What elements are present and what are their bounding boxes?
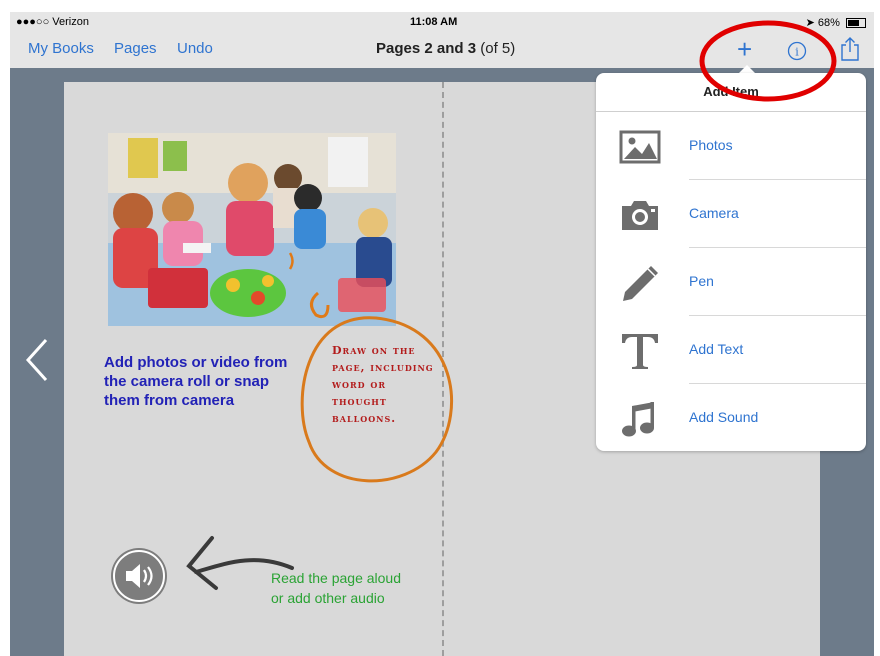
add-item-popover: Add Item Photos Camera Pen Add Text Add … — [596, 73, 866, 451]
audio-note-line-2: or add other audio — [271, 590, 385, 606]
speaker-icon[interactable] — [109, 546, 169, 606]
page-gutter — [442, 82, 444, 656]
menu-item-add-text[interactable]: Add Text — [596, 316, 866, 384]
classroom-photo[interactable] — [108, 133, 396, 326]
menu-item-label: Pen — [689, 273, 714, 289]
battery-icon — [846, 18, 866, 29]
battery-status: ➤ 68% — [806, 16, 866, 29]
svg-text:i: i — [795, 46, 799, 59]
audio-instruction-text: Read the page aloud or add other audio — [271, 568, 401, 608]
drawn-note-text: Draw on the page, including word or thou… — [332, 344, 434, 425]
menu-item-label: Add Sound — [689, 409, 759, 425]
text-icon — [618, 332, 662, 370]
clock: 11:08 AM — [410, 16, 458, 28]
app-screen: ●●●○○ Verizon 11:08 AM ➤ 68% My Books Pa… — [10, 12, 874, 656]
page-title-count: (of 5) — [480, 40, 516, 57]
location-icon: ➤ — [805, 17, 815, 29]
my-books-button[interactable]: My Books — [28, 40, 94, 57]
add-icon[interactable]: + — [737, 34, 752, 65]
undo-button[interactable]: Undo — [177, 40, 213, 57]
menu-item-label: Photos — [689, 137, 733, 153]
navigation-bar: My Books Pages Undo Pages 2 and 3 (of 5)… — [10, 32, 874, 68]
menu-item-pen[interactable]: Pen — [596, 248, 866, 316]
photo-instruction-text: Add photos or video from the camera roll… — [104, 354, 288, 409]
status-bar: ●●●○○ Verizon 11:08 AM ➤ 68% — [10, 12, 874, 32]
menu-item-add-sound[interactable]: Add Sound — [596, 384, 866, 451]
menu-item-camera[interactable]: Camera — [596, 180, 866, 248]
info-icon[interactable]: i — [787, 41, 807, 66]
menu-item-label: Add Text — [689, 341, 744, 357]
photo-icon — [618, 128, 662, 166]
pages-button[interactable]: Pages — [114, 40, 157, 57]
previous-page-chevron-icon[interactable] — [24, 338, 50, 387]
page-title: Pages 2 and 3 (of 5) — [376, 40, 515, 57]
menu-item-photos[interactable]: Photos — [596, 112, 866, 180]
pen-icon — [618, 264, 662, 302]
menu-item-label: Camera — [689, 205, 739, 221]
share-icon[interactable] — [840, 36, 860, 67]
popover-title: Add Item — [596, 73, 866, 112]
battery-percent: 68% — [817, 17, 840, 29]
camera-icon — [618, 196, 662, 234]
carrier-label: ●●●○○ Verizon — [16, 16, 89, 28]
audio-note-line-1: Read the page aloud — [271, 570, 401, 586]
page-title-main: Pages 2 and 3 — [376, 40, 477, 57]
music-note-icon — [618, 400, 662, 438]
